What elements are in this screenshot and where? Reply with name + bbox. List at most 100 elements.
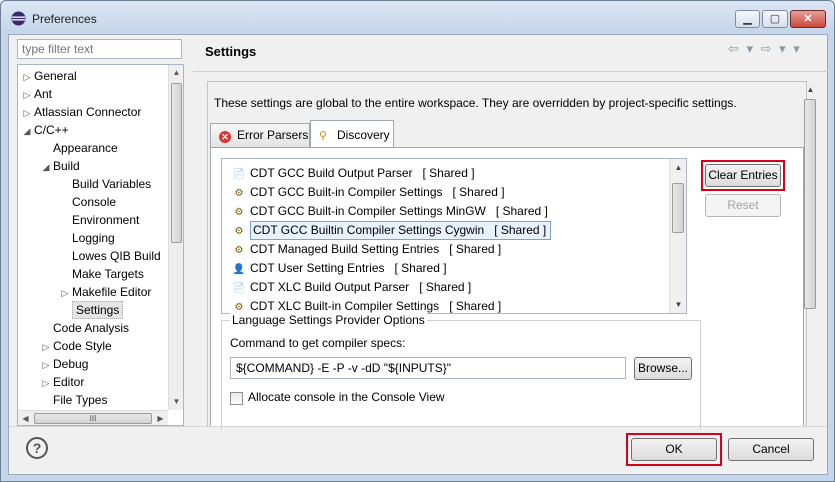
cancel-button[interactable]: Cancel	[728, 438, 814, 461]
provider-item[interactable]: ⚙ CDT GCC Builtin Compiler Settings Cygwi…	[222, 221, 670, 240]
expander-icon[interactable]: ▷	[20, 86, 34, 104]
scrollbar-thumb[interactable]	[171, 83, 182, 243]
expander-icon[interactable]: ◢	[20, 122, 34, 140]
settings-content: These settings are global to the entire …	[207, 81, 807, 430]
provider-entry: CDT GCC Built-in Compiler Settings MinGW…	[250, 204, 548, 218]
page-title: Settings	[205, 44, 257, 59]
filter-input[interactable]	[17, 39, 182, 59]
provider-icon: ⚙	[234, 245, 244, 256]
provider-entry: CDT XLC Build Output Parser [ Shared ]	[250, 280, 471, 294]
tab-label: Error Parsers	[237, 128, 309, 142]
tree-item[interactable]: ▷ Ant	[20, 85, 52, 103]
expander-icon[interactable]: ▷	[20, 104, 34, 122]
provider-item[interactable]: 👤 CDT User Setting Entries [ Shared ]	[222, 259, 670, 278]
settings-panel: Settings ⇦ ▾ ⇨ ▾ ▾ These settings are gl…	[193, 35, 828, 430]
allocate-console-label: Allocate console in the Console View	[248, 390, 445, 404]
tree-item[interactable]: Logging	[58, 229, 115, 247]
tree-horizontal-scrollbar[interactable]: ◀ III ▶	[18, 410, 168, 425]
settings-scrollbar[interactable]: ▲	[802, 81, 819, 389]
tree-item[interactable]: ▷ Editor	[39, 373, 85, 392]
tree-item[interactable]: Make Targets	[58, 265, 144, 283]
tree-item[interactable]: Code Analysis	[39, 319, 129, 337]
provider-name: CDT XLC Built-in Compiler Settings	[250, 299, 440, 313]
expander-icon[interactable]: ▷	[58, 284, 72, 302]
maximize-button[interactable]: ▢	[762, 10, 788, 28]
tree-item[interactable]: ▷ Atlassian Connector	[20, 103, 142, 122]
provider-entry: CDT Managed Build Setting Entries [ Share…	[250, 242, 501, 256]
providers-scrollbar[interactable]: ▲ ▼	[669, 159, 686, 313]
help-icon[interactable]: ?	[26, 437, 48, 459]
provider-item[interactable]: ⚙ CDT GCC Built-in Compiler Settings [ Sha…	[222, 183, 670, 202]
tree-item[interactable]: Settings	[58, 301, 124, 319]
window-title: Preferences	[32, 12, 97, 26]
divider	[9, 426, 827, 427]
expander-icon[interactable]: ▷	[39, 374, 53, 392]
scroll-up-arrow-icon[interactable]: ▲	[169, 65, 183, 81]
command-field[interactable]: ${COMMAND} -E -P -v -dD "${INPUTS}"	[230, 357, 626, 379]
scroll-up-arrow-icon[interactable]: ▲	[670, 159, 686, 176]
tree-vertical-scrollbar[interactable]: ▲ ▼	[168, 65, 183, 410]
browse-button[interactable]: Browse...	[634, 357, 692, 380]
providers-list[interactable]: 📄 CDT GCC Build Output Parser [ Shared ] ⚙ C…	[221, 158, 687, 314]
error-icon: ✕	[219, 131, 231, 143]
scroll-left-arrow-icon[interactable]: ◀	[18, 411, 33, 425]
shared-badge: [ Shared ]	[449, 299, 502, 313]
tree-item[interactable]: Build Variables	[58, 175, 151, 193]
scroll-up-arrow-icon[interactable]: ▲	[802, 81, 819, 98]
provider-icon: ⚙	[234, 188, 244, 199]
shared-badge: [ Shared ]	[422, 166, 475, 180]
tree-item-label: File Types	[53, 393, 108, 407]
tree-item[interactable]: Appearance	[39, 139, 118, 157]
command-label: Command to get compiler specs:	[230, 336, 406, 350]
title-bar[interactable]: Preferences ▁ ▢ ✕	[1, 1, 834, 35]
expander-icon[interactable]: ▷	[39, 338, 53, 356]
tree-item-label: Makefile Editor	[72, 285, 152, 299]
tree-item[interactable]: ▷ General	[20, 67, 77, 85]
scrollbar-thumb[interactable]	[804, 99, 816, 309]
tree-item[interactable]: Console	[58, 193, 116, 211]
tree-item[interactable]: ◢ C/C++	[20, 121, 69, 139]
tree-item[interactable]: Environment	[58, 211, 139, 229]
tree-item[interactable]: Lowes QIB Build	[58, 247, 161, 265]
provider-item[interactable]: 📄 CDT XLC Build Output Parser [ Shared ]	[222, 278, 670, 297]
scrollbar-thumb[interactable]: III	[34, 413, 152, 424]
tree-item[interactable]: ◢ Build	[39, 157, 80, 175]
tab-discovery[interactable]: ⚲ Discovery	[310, 120, 394, 148]
provider-icon: 📄	[232, 169, 246, 180]
settings-description: These settings are global to the entire …	[214, 96, 737, 110]
scrollbar-thumb[interactable]	[672, 183, 684, 233]
preferences-window: Preferences ▁ ▢ ✕ ▷General▷Ant▷Atlassian…	[0, 0, 835, 482]
tree-item-label: Logging	[72, 231, 115, 245]
provider-item[interactable]: 📄 CDT GCC Build Output Parser [ Shared ]	[222, 164, 670, 183]
tree-item[interactable]: ▷ Makefile Editor	[58, 283, 152, 302]
expander-icon[interactable]: ◢	[39, 158, 53, 176]
provider-icon: ⚙	[234, 226, 244, 237]
history-navigation[interactable]: ⇦ ▾ ⇨ ▾ ▾	[728, 41, 823, 61]
provider-item[interactable]: ⚙ CDT Managed Build Setting Entries [ Shar…	[222, 240, 670, 259]
tree-item-label: Editor	[53, 375, 85, 389]
tree-item-label: Lowes QIB Build	[72, 249, 161, 263]
tree-item-label: Environment	[72, 213, 140, 227]
provider-icon: 📄	[232, 283, 246, 294]
scroll-right-arrow-icon[interactable]: ▶	[153, 411, 168, 425]
expander-icon[interactable]: ▷	[20, 68, 34, 86]
preferences-tree[interactable]: ▷ General ▷ Ant ▷ Atlassian Connector ◢ C/C++ Ap…	[17, 64, 184, 426]
tree-item[interactable]: ▷ Code Style	[39, 337, 112, 355]
allocate-console-checkbox[interactable]	[230, 392, 243, 405]
scroll-down-arrow-icon[interactable]: ▼	[169, 394, 183, 410]
shared-badge: [ Shared ]	[495, 204, 548, 218]
tree-item-label: Settings	[72, 301, 124, 319]
highlight-box	[701, 160, 785, 191]
expander-icon[interactable]: ▷	[39, 356, 53, 374]
close-button[interactable]: ✕	[790, 10, 826, 28]
minimize-button[interactable]: ▁	[735, 10, 760, 28]
provider-name: CDT XLC Build Output Parser	[250, 280, 410, 294]
tab-error-parsers[interactable]: ✕ Error Parsers	[210, 123, 310, 147]
reset-button[interactable]: Reset	[705, 194, 781, 217]
tree-item[interactable]: ▷ Debug	[39, 355, 89, 374]
provider-item[interactable]: ⚙ CDT XLC Built-in Compiler Settings [ Sha…	[222, 297, 670, 313]
scroll-down-arrow-icon[interactable]: ▼	[670, 296, 686, 313]
tree-item[interactable]: File Types	[39, 391, 107, 409]
provider-name: CDT GCC Built-in Compiler Settings	[250, 185, 443, 199]
provider-item[interactable]: ⚙ CDT GCC Built-in Compiler Settings MinG…	[222, 202, 670, 221]
